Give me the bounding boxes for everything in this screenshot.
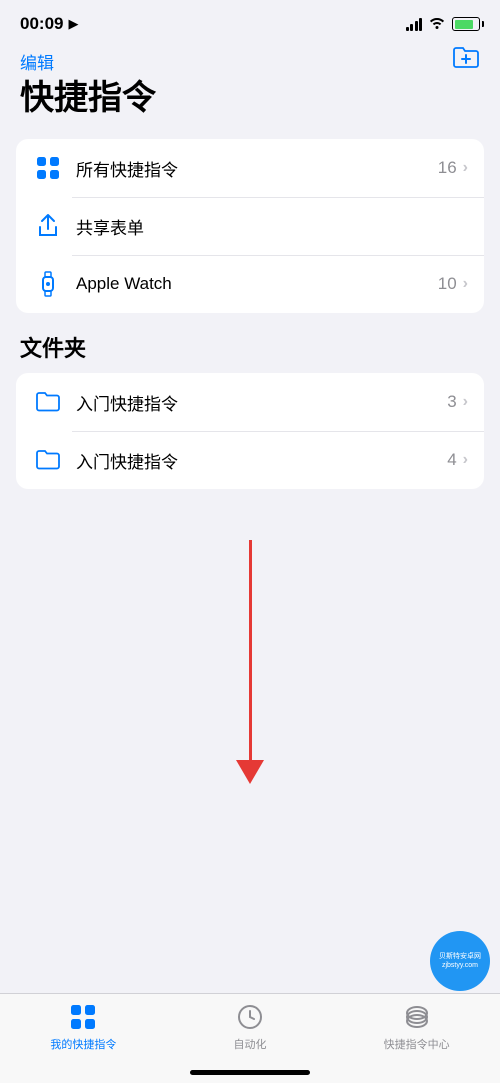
watch-icon [32,268,64,300]
apple-watch-count: 10 [438,274,457,294]
my-shortcuts-tab-icon [68,1002,98,1032]
location-icon: ▶ [68,16,78,32]
share-list-item[interactable]: 共享表单 [16,197,484,255]
shortcuts-section: 所有快捷指令 16 › 共享表单 Apple Watch 10 › [16,139,484,313]
status-bar: 00:09 ▶ [0,0,500,42]
folder1-icon [32,386,64,418]
tab-gallery[interactable]: 快捷指令中心 [377,1002,457,1052]
apple-watch-item[interactable]: Apple Watch 10 › [16,255,484,313]
chevron-icon: › [463,275,468,293]
tab-automation[interactable]: 自动化 [210,1002,290,1052]
red-arrow [236,540,264,784]
tab-my-shortcuts[interactable]: 我的快捷指令 [43,1002,123,1052]
status-time: 00:09 [20,14,63,34]
chevron-icon: › [463,159,468,177]
header-nav: 编辑 [20,46,480,76]
grid-icon [32,152,64,184]
automation-tab-label: 自动化 [233,1036,266,1052]
chevron-icon: › [463,451,468,469]
folder1-item[interactable]: 入门快捷指令 3 › [16,373,484,431]
folder1-label: 入门快捷指令 [76,390,447,415]
signal-bars-icon [406,17,423,31]
edit-button[interactable]: 编辑 [20,49,54,74]
folders-section: 入门快捷指令 3 › 入门快捷指令 4 › [16,373,484,489]
status-icons [406,15,481,33]
my-shortcuts-tab-label: 我的快捷指令 [50,1036,116,1052]
automation-tab-icon [235,1002,265,1032]
watermark-text: 贝斯特安卓网zjbstyy.com [439,952,481,970]
add-folder-button[interactable] [452,46,480,76]
page-title: 快捷指令 [20,80,480,117]
all-shortcuts-label: 所有快捷指令 [76,156,438,181]
folder2-icon [32,444,64,476]
gallery-tab-label: 快捷指令中心 [384,1036,450,1052]
folder2-count: 4 [447,450,456,470]
share-list-label: 共享表单 [76,214,468,239]
battery-icon [452,17,480,31]
all-shortcuts-item[interactable]: 所有快捷指令 16 › [16,139,484,197]
gallery-tab-icon [402,1002,432,1032]
watermark: 贝斯特安卓网zjbstyy.com [430,931,490,991]
folder1-count: 3 [447,392,456,412]
chevron-icon: › [463,393,468,411]
wifi-icon [428,15,446,33]
all-shortcuts-count: 16 [438,158,457,178]
apple-watch-label: Apple Watch [76,274,438,294]
share-icon [32,210,64,242]
folder2-item[interactable]: 入门快捷指令 4 › [16,431,484,489]
folder2-label: 入门快捷指令 [76,448,447,473]
header: 编辑 快捷指令 [0,42,500,139]
folders-section-title: 文件夹 [0,331,500,373]
home-indicator [190,1070,310,1075]
